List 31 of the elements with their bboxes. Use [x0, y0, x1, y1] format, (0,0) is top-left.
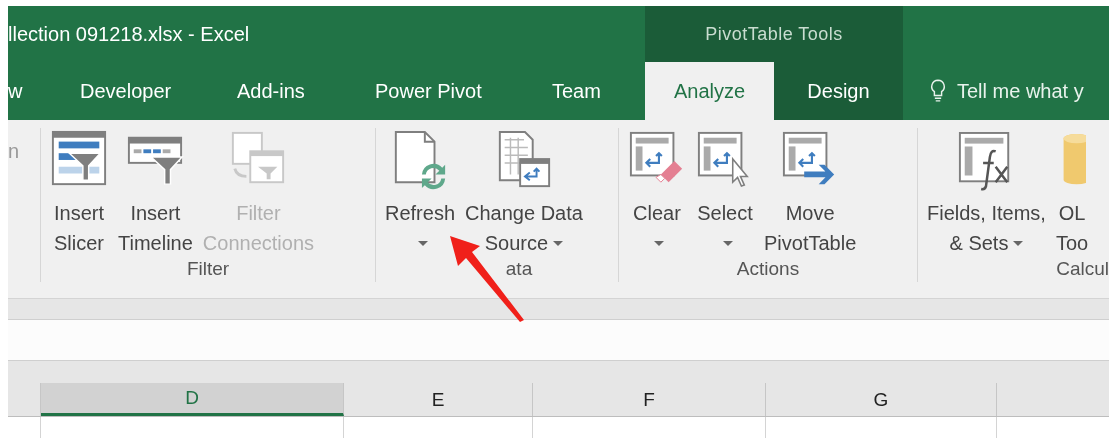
- contextual-group-title: PivotTable Tools: [705, 23, 843, 45]
- group-label: Filter: [186, 258, 230, 281]
- ribbon-button[interactable]: Clear: [625, 128, 689, 258]
- ribbon-tab[interactable]: Add-ins: [237, 62, 375, 120]
- group-label: Actions: [736, 258, 800, 281]
- ribbon-button[interactable]: Insert Timeline: [115, 128, 196, 258]
- group-label: Calcul: [1056, 258, 1109, 281]
- ribbon-tab[interactable]: Team: [552, 62, 645, 120]
- ribbon-button[interactable]: Move PivotTable: [761, 128, 860, 258]
- ribbon-tab[interactable]: w: [8, 62, 80, 120]
- ribbon-button[interactable]: Fields, Items, & Sets: [924, 128, 1049, 258]
- ribbon-tab[interactable]: Analyze: [645, 62, 774, 120]
- group-label: ata: [505, 258, 533, 281]
- column-header[interactable]: F: [533, 383, 766, 416]
- ribbon-button[interactable]: Change Data Source: [462, 128, 586, 258]
- lightbulb-icon: [929, 78, 947, 104]
- ribbon-button[interactable]: Insert Slicer: [47, 128, 111, 258]
- ribbon-button[interactable]: Select: [693, 128, 757, 258]
- ribbon-button[interactable]: OL Too: [1052, 128, 1092, 258]
- ribbon-tab[interactable]: Developer: [80, 62, 237, 120]
- formula-bar[interactable]: [8, 319, 1109, 361]
- ribbon-tab[interactable]: Design: [774, 62, 903, 120]
- ribbon-button[interactable]: Refresh: [382, 128, 459, 258]
- tell-me-search[interactable]: Tell me what y: [903, 62, 1084, 120]
- column-header[interactable]: E: [344, 383, 533, 416]
- column-header[interactable]: G: [766, 383, 997, 416]
- column-header[interactable]: D: [41, 383, 344, 416]
- group-label: n: [8, 140, 20, 163]
- ribbon-tab[interactable]: Power Pivot: [375, 62, 552, 120]
- window-title: llection 091218.xlsx - Excel: [8, 22, 250, 46]
- search-placeholder: Tell me what y: [957, 79, 1084, 103]
